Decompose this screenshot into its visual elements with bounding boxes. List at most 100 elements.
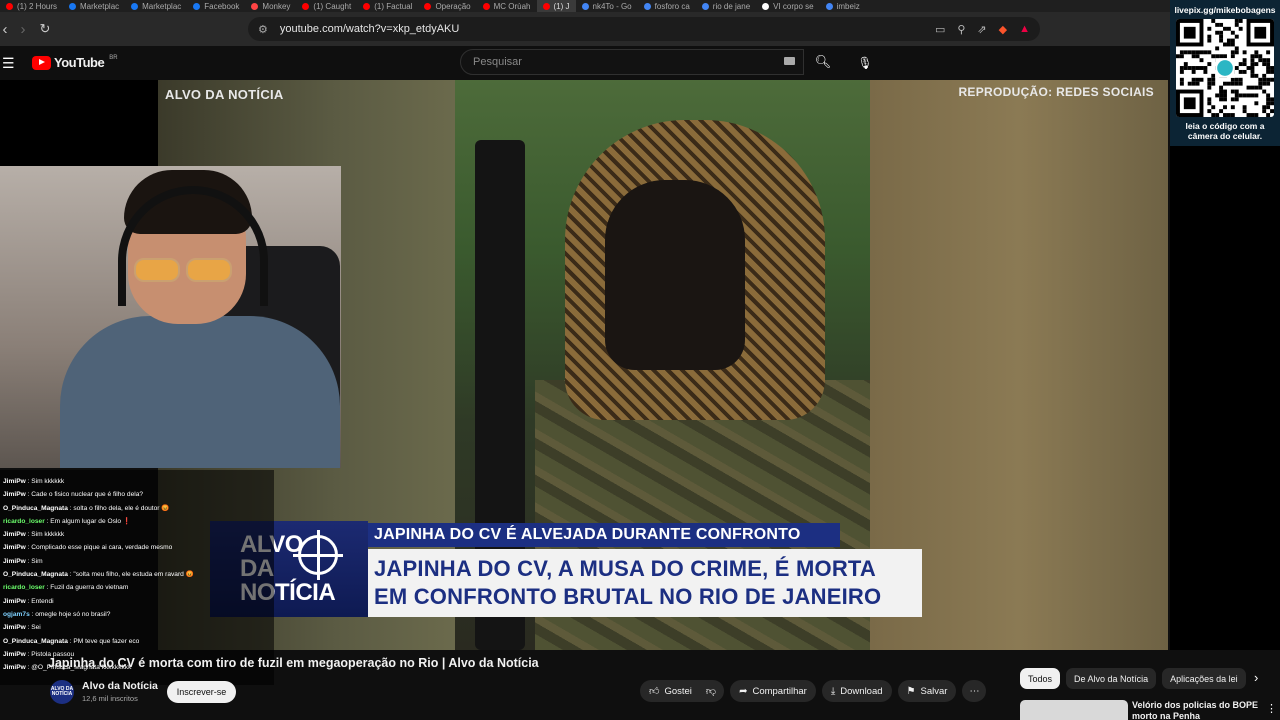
browser-tab[interactable]: imbeiz — [820, 0, 866, 12]
tab-label: rio de jane — [712, 1, 751, 11]
brave-shield-icon[interactable]: ◆ — [999, 23, 1007, 36]
youtube-header: ☰ YouTube BR Pesquisar 🔍︎ 🎙︎ — [0, 46, 1170, 80]
chat-message: JimiPw : Sim kkkkkk — [3, 475, 274, 488]
browser-tab[interactable]: Facebook — [187, 0, 245, 12]
headline-line1: JAPINHA DO CV, A MUSA DO CRIME, É MORTA — [374, 556, 877, 581]
browser-tab[interactable]: Operação — [418, 0, 476, 12]
url-field[interactable]: ⚙ youtube.com/watch?v=xkp_etdyAKU ▭ ⚲ ⇗ … — [248, 17, 1040, 41]
browser-tab[interactable]: Marketplac — [63, 0, 125, 12]
share-arrow-icon: ➦ — [739, 685, 748, 697]
chat-username: ogjam7s — [3, 610, 30, 618]
download-button[interactable]: ⤓ Download — [821, 680, 892, 702]
chat-username: JimiPw — [3, 478, 26, 485]
covered-face — [605, 180, 745, 370]
chat-username: O_Pinduca_Magnata — [3, 504, 68, 512]
share-icon[interactable]: ⇗ — [977, 23, 986, 36]
qr-caption-line1: leia o código com a — [1185, 121, 1265, 131]
filter-chip[interactable]: De Alvo da Notícia — [1066, 668, 1157, 689]
chat-username: JimiPw — [3, 650, 26, 658]
dislike-button[interactable]: 👎︎ — [697, 680, 725, 702]
tab-favicon-icon — [825, 2, 833, 10]
tab-favicon-icon — [542, 2, 550, 10]
browser-tab[interactable]: (1) J — [536, 0, 576, 12]
forward-icon[interactable]: › — [12, 18, 34, 40]
browser-tab[interactable]: MC Orùah — [477, 0, 537, 12]
reload-icon[interactable]: ↻ — [34, 18, 56, 40]
chat-username: JimiPw — [3, 597, 26, 605]
tab-label: Marketplac — [142, 1, 182, 11]
search-button[interactable]: 🔍︎ — [806, 50, 840, 74]
chat-message: O_Pinduca_Magnata : "solta meu filho, el… — [3, 568, 274, 581]
more-vertical-icon[interactable]: ⋮ — [1266, 702, 1277, 715]
tab-favicon-icon — [131, 2, 139, 10]
tab-label: Facebook — [204, 1, 240, 11]
youtube-wordmark: YouTube — [54, 55, 105, 70]
keyboard-icon[interactable] — [784, 57, 795, 65]
more-actions-button[interactable]: ⋯ — [962, 680, 987, 702]
subscribe-button[interactable]: Inscrever-se — [167, 681, 236, 703]
streamer-shirt — [60, 316, 340, 468]
tab-favicon-icon — [69, 2, 77, 10]
headline-line2: EM CONFRONTO BRUTAL NO RIO DE JANEIRO — [374, 584, 882, 609]
search-input[interactable]: Pesquisar — [460, 49, 804, 75]
chat-text: PM teve que fazer eco — [73, 637, 140, 645]
tab-label: Monkey — [262, 1, 291, 11]
chat-username: JimiPw — [3, 624, 26, 632]
tab-favicon-icon — [6, 2, 13, 10]
brave-rewards-icon[interactable]: ▲ — [1019, 23, 1030, 35]
tab-label: (1) Factual — [374, 1, 413, 11]
region-code: BR — [109, 54, 118, 61]
download-label: Download — [840, 685, 883, 697]
chat-text: omegle hoje só no brasil? — [35, 610, 111, 618]
youtube-logo[interactable]: YouTube BR — [32, 55, 118, 70]
channel-avatar[interactable]: ALVO DA NOTÍCIA — [50, 680, 74, 704]
voice-search-button[interactable]: 🎙︎ — [852, 50, 878, 76]
related-filter-chips: Todos De Alvo da Notícia Aplicações da lei — [1020, 668, 1246, 689]
site-info-icon[interactable]: ⚙ — [258, 23, 268, 36]
banner-headline: JAPINHA DO CV, A MUSA DO CRIME, É MORTA … — [368, 549, 922, 617]
chat-username: JimiPw — [3, 531, 26, 539]
tab-label: Marketplac — [80, 1, 120, 11]
tab-favicon-icon — [643, 2, 651, 10]
related-video-thumbnail[interactable] — [1020, 700, 1128, 720]
browser-tab[interactable]: Marketplac — [125, 0, 187, 12]
install-app-icon[interactable]: ▭ — [935, 23, 945, 36]
qr-caption-line2: câmera do celular. — [1187, 131, 1263, 141]
share-button[interactable]: ➦ Compartilhar — [730, 680, 816, 702]
tab-favicon-icon — [701, 2, 709, 10]
filter-chip[interactable]: Todos — [1020, 668, 1061, 689]
browser-tab[interactable]: (1) Caught — [296, 0, 357, 12]
thumbs-down-icon: 👎︎ — [705, 686, 717, 697]
hamburger-menu-icon[interactable]: ☰ — [2, 55, 15, 72]
chat-text: Em algum lugar de Oslo ❗ — [50, 517, 132, 525]
qr-code-icon — [1176, 19, 1274, 117]
chat-message: ricardo_loser : Em algum lugar de Oslo ❗ — [3, 515, 274, 528]
related-video-title[interactable]: Velório dos policias do BOPE morto na Pe… — [1132, 700, 1262, 720]
like-button[interactable]: 👍︎ Gostei — [640, 680, 698, 702]
chat-text: Sim — [31, 557, 43, 565]
tab-favicon-icon — [302, 2, 310, 10]
chat-text: solta o filho dela, ele é doutor 😡 — [73, 504, 170, 512]
video-actions: 👍︎ Gostei 👎︎ ➦ Compartilhar ⤓ Download ⚑… — [640, 680, 987, 702]
filter-chip[interactable]: Aplicações da lei — [1162, 668, 1246, 689]
microphone-icon: 🎙︎ — [857, 56, 873, 70]
channel-name[interactable]: Alvo da Notícia — [82, 680, 158, 692]
crosshair-icon — [293, 530, 343, 580]
search-icon: 🔍︎ — [814, 54, 832, 69]
chat-username: JimiPw — [3, 491, 26, 499]
browser-tab[interactable]: Monkey — [245, 0, 296, 12]
chat-text: Sim kkkkkk — [31, 531, 65, 539]
browser-tab[interactable]: VI corpo se — [756, 0, 819, 12]
browser-tab[interactable]: fosforo ca — [638, 0, 696, 12]
more-horizontal-icon: ⋯ — [969, 685, 980, 697]
stream-chat: JimiPw : Sim kkkkkk JimiPw : Cade o fisic… — [0, 470, 274, 685]
save-button[interactable]: ⚑ Salvar — [897, 680, 957, 702]
sunglasses — [134, 258, 234, 282]
browser-tab[interactable]: (1) Factual — [357, 0, 418, 12]
tab-label: imbeiz — [836, 1, 860, 11]
browser-tab[interactable]: rio de jane — [696, 0, 756, 12]
browser-tab[interactable]: (1) 2 Hours — [0, 0, 63, 12]
chevron-right-icon[interactable]: › — [1254, 670, 1258, 685]
browser-tab[interactable]: nk4To - Go — [576, 0, 638, 12]
zoom-icon[interactable]: ⚲ — [957, 23, 965, 36]
